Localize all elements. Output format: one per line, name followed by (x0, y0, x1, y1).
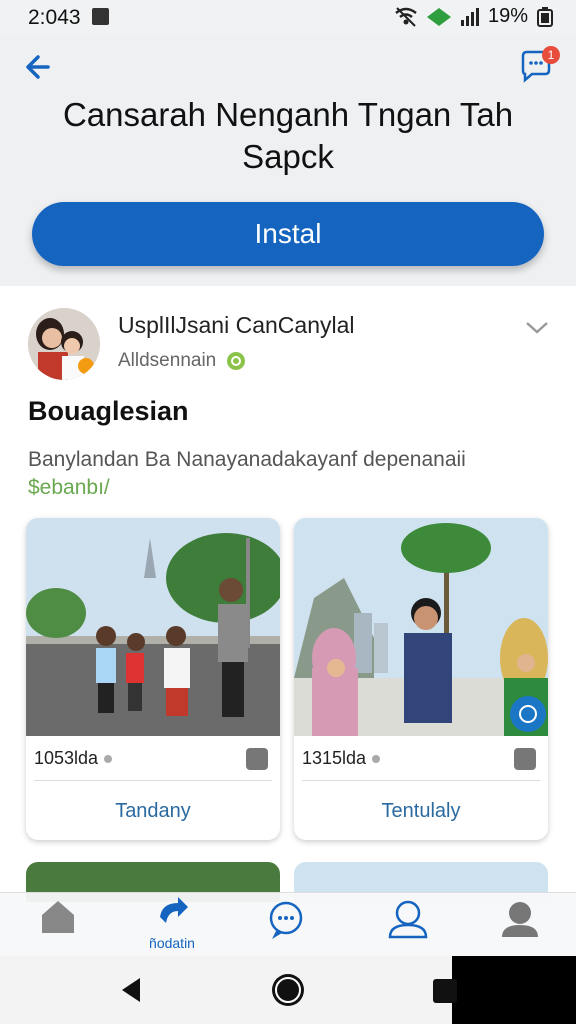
share-arrow-icon (160, 897, 188, 923)
system-recents-icon[interactable] (432, 978, 458, 1004)
nav-account[interactable] (480, 893, 560, 957)
card-meta-text: 1053lda (34, 748, 99, 768)
nav-label: ñodatin (149, 935, 195, 951)
image-notification-icon (92, 8, 109, 25)
status-bar: 2:043 19% (0, 0, 576, 34)
chevron-down-icon (526, 322, 548, 334)
battery-icon (537, 6, 553, 27)
photo-street-kids (26, 518, 280, 736)
back-button[interactable] (22, 50, 56, 84)
post-description: Banylandan Ba Nanayanadakayanf depenanai… (28, 446, 548, 502)
card-action-link[interactable]: Tandany (26, 800, 280, 823)
system-bar-overlay (433, 956, 576, 1024)
username[interactable]: UsplIlJsani CanCanylal (118, 312, 355, 339)
home-icon (42, 901, 74, 933)
user-subtitle-text: Alldsennain (118, 350, 217, 371)
avatar[interactable] (28, 308, 100, 380)
card-divider (34, 780, 272, 781)
back-arrow-icon (26, 55, 50, 79)
more-options-button[interactable] (524, 314, 550, 340)
profile-outline-icon (388, 900, 428, 939)
dot-icon (372, 754, 381, 763)
notification-badge: 1 (542, 46, 560, 64)
card-action-link[interactable]: Tentulaly (294, 800, 548, 823)
page-title: Cansarah Nenganh Tngan Tah Sapck (62, 96, 514, 175)
post-description-text: Banylandan Ba Nanayanadakayanf depenanai… (28, 448, 466, 471)
card-meta-text: 1315lda (302, 748, 367, 768)
system-back-icon[interactable] (118, 976, 144, 1004)
battery-percent: 19% (487, 5, 528, 27)
user-subtitle: Alldsennain (118, 350, 246, 372)
chat-icon (269, 901, 303, 939)
nav-home[interactable] (18, 893, 98, 957)
card-share-button[interactable] (514, 748, 536, 770)
card-share-button[interactable] (246, 748, 268, 770)
post-title: Bouaglesian (28, 396, 189, 426)
system-home-icon[interactable] (270, 972, 306, 1008)
media-card[interactable]: 1053lda Tandany (26, 518, 280, 840)
globe-icon (227, 352, 246, 370)
card-meta: 1053lda (34, 748, 113, 769)
messages-button[interactable]: 1 (518, 46, 560, 86)
photo-people-talking (294, 518, 548, 736)
hashtag-link[interactable]: $ebanbı/ (28, 476, 110, 499)
avatar-photo (28, 308, 100, 380)
status-indicators: 19% (394, 5, 554, 28)
wifi-off-icon (395, 6, 417, 27)
signal-icon (460, 7, 479, 26)
dot-icon (104, 754, 113, 763)
install-button[interactable]: Instal (32, 202, 544, 266)
account-icon (502, 902, 538, 937)
nav-profile[interactable] (368, 893, 448, 957)
card-meta: 1315lda (302, 748, 381, 769)
card-divider (302, 780, 540, 781)
status-time: 2:043 (28, 6, 81, 29)
bottom-navigation: ñodatin (0, 892, 576, 957)
nav-chat[interactable] (246, 893, 326, 957)
media-card[interactable]: 1315lda Tentulaly (294, 518, 548, 840)
nav-notifications[interactable]: ñodatin (132, 893, 212, 957)
data-indicator-icon (426, 7, 451, 26)
